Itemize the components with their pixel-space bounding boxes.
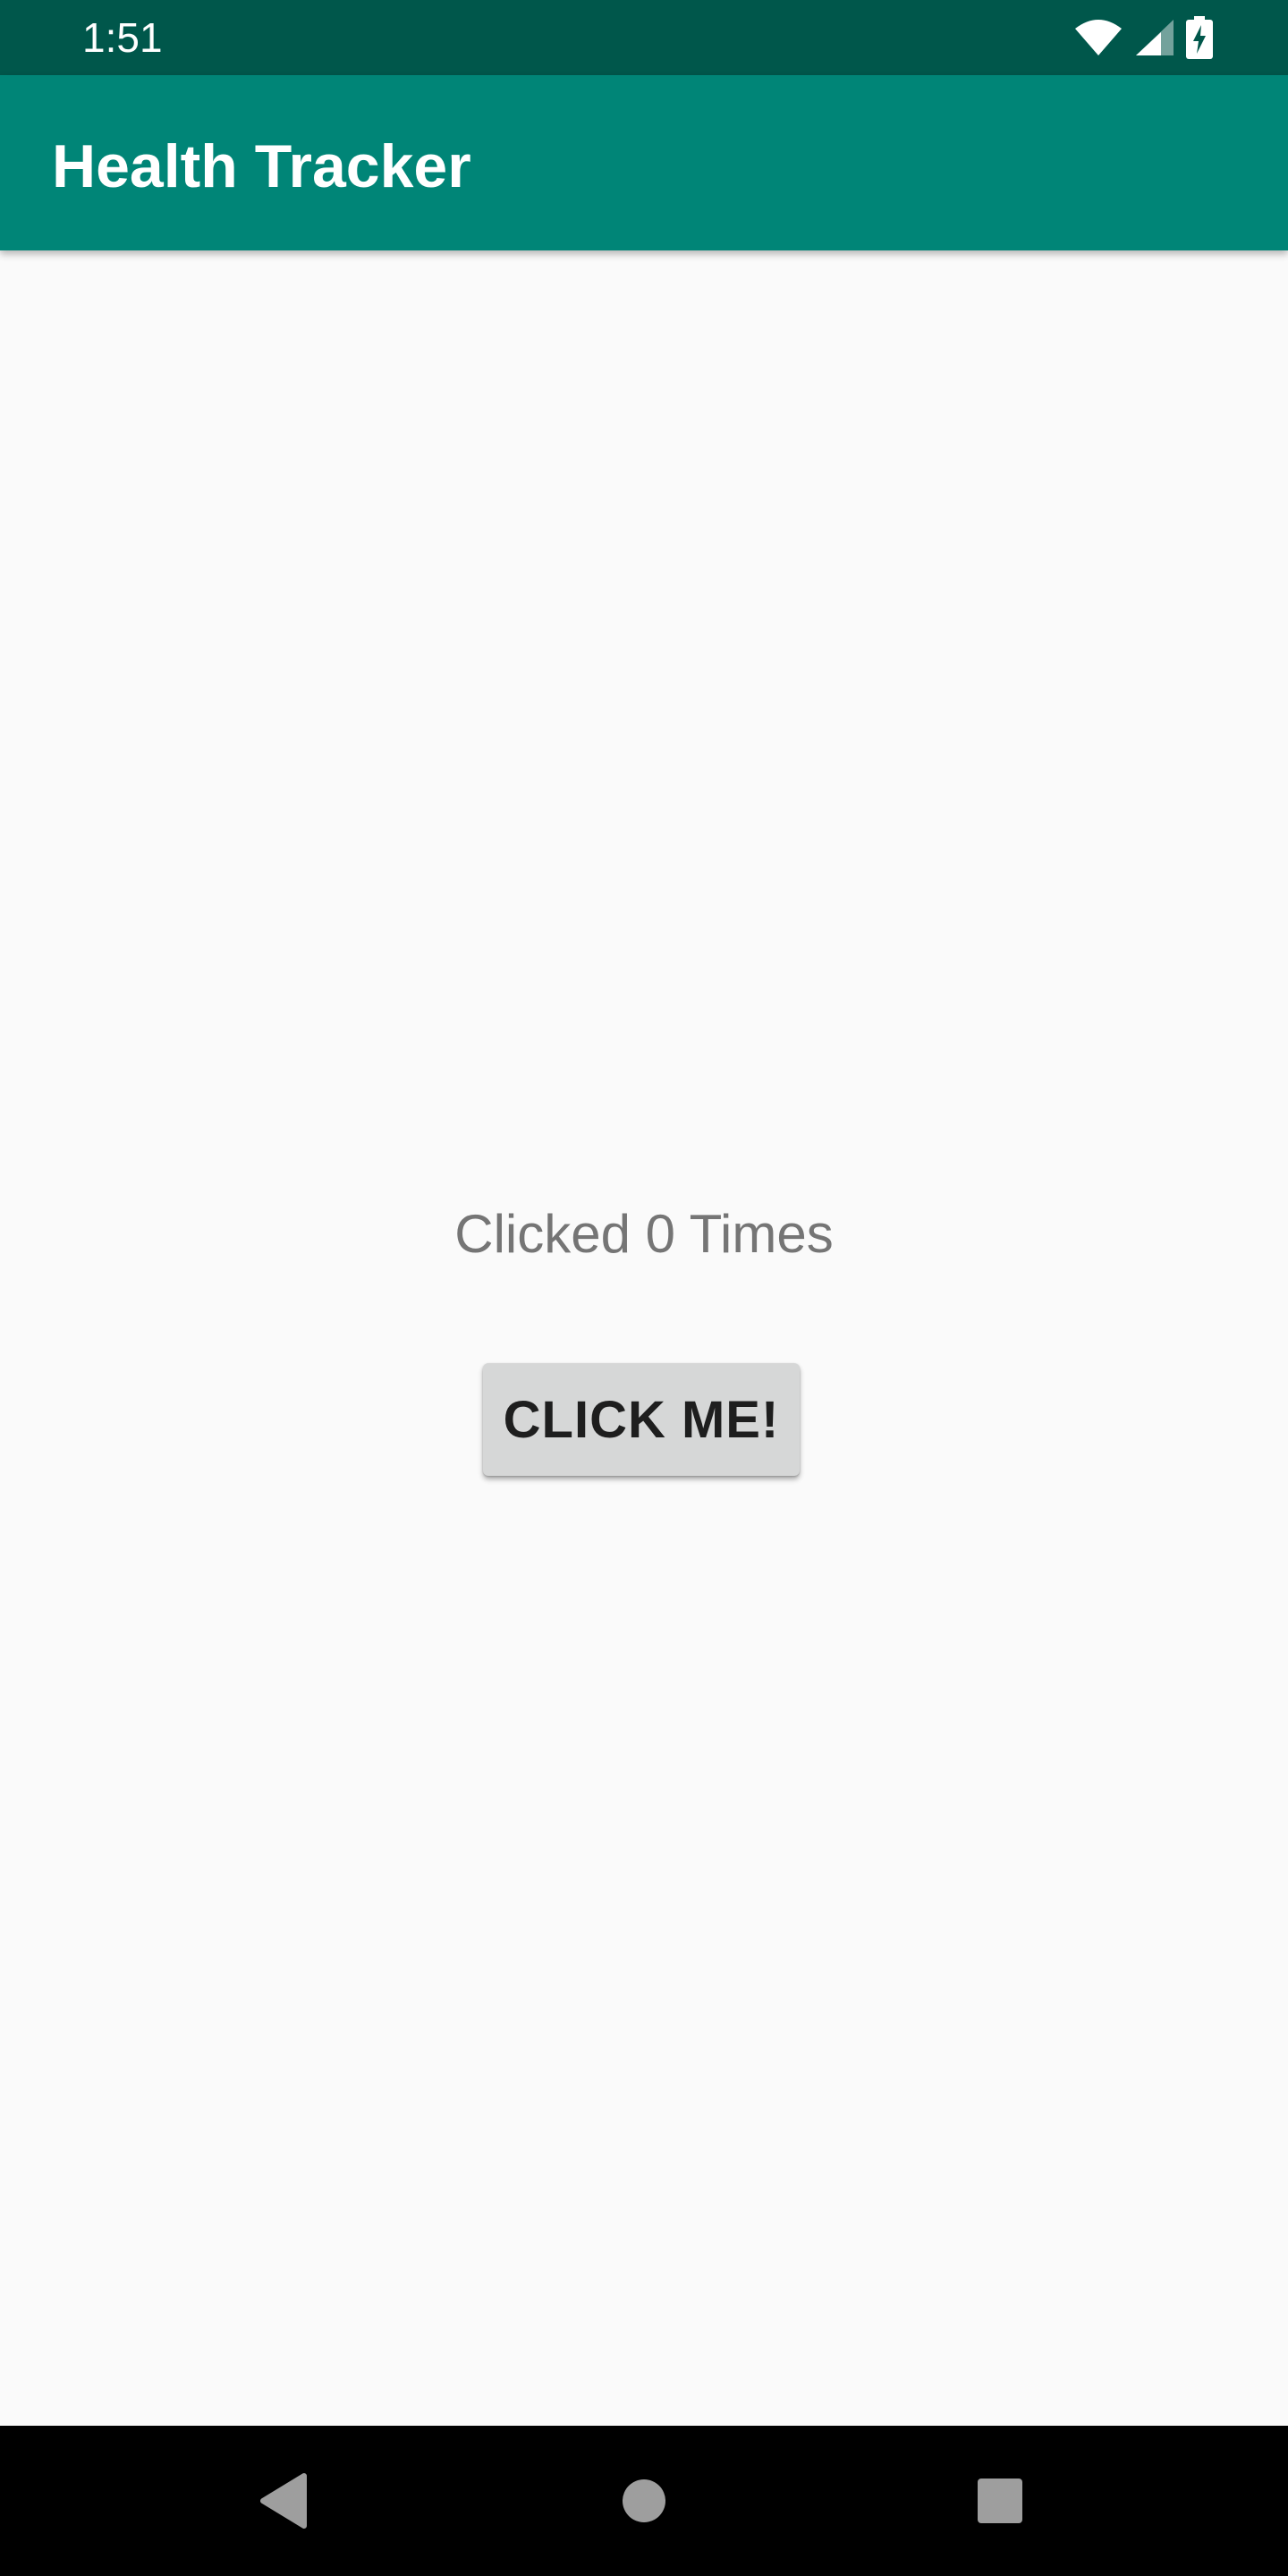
navigation-bar bbox=[0, 2426, 1288, 2576]
app-title: Health Tracker bbox=[52, 132, 471, 200]
status-time: 1:51 bbox=[82, 14, 163, 61]
status-icons bbox=[1073, 16, 1213, 59]
click-me-button[interactable]: CLICK ME! bbox=[483, 1363, 800, 1476]
app-bar: Health Tracker bbox=[0, 75, 1288, 250]
click-count-label: Clicked 0 Times bbox=[454, 1204, 834, 1264]
recents-icon[interactable] bbox=[964, 2465, 1036, 2537]
app-screen: 1:51 Health Tracker Clicked 0 Times CLIC… bbox=[0, 0, 1288, 2576]
main-content: Clicked 0 Times CLICK ME! bbox=[0, 250, 1288, 2426]
cellular-signal-icon bbox=[1134, 18, 1175, 57]
battery-charging-icon bbox=[1186, 16, 1213, 59]
wifi-icon bbox=[1073, 18, 1123, 57]
home-icon[interactable] bbox=[608, 2465, 680, 2537]
back-icon[interactable] bbox=[249, 2465, 320, 2537]
status-bar: 1:51 bbox=[0, 0, 1288, 75]
